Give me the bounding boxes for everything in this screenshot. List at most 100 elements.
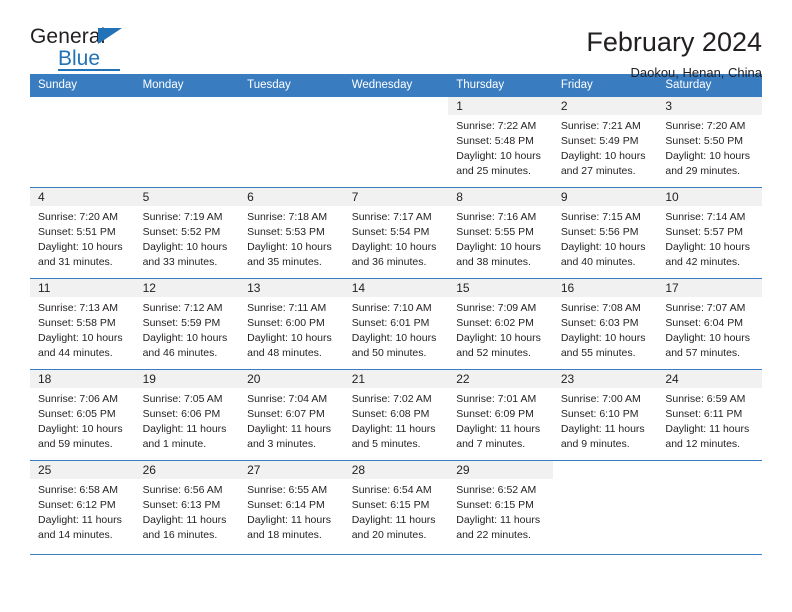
day-cell[interactable]: 1 Sunrise: 7:22 AM Sunset: 5:48 PM Daylight… [448, 96, 553, 188]
day-details: Sunrise: 7:00 AM Sunset: 6:10 PM Daylight:… [553, 388, 658, 452]
day-details: Sunrise: 7:19 AM Sunset: 5:52 PM Daylight:… [135, 206, 240, 270]
sunrise-text: Sunrise: 7:00 AM [560, 393, 641, 405]
day-cell[interactable]: 16 Sunrise: 7:08 AM Sunset: 6:03 PM Dayligh… [552, 278, 658, 370]
sunrise-text: Sunrise: 7:12 AM [142, 302, 223, 314]
day-cell[interactable]: 9 Sunrise: 7:15 AM Sunset: 5:56 PM Daylight… [552, 187, 658, 279]
day-cell[interactable] [343, 96, 449, 188]
day-cell[interactable]: 12 Sunrise: 7:12 AM Sunset: 5:59 PM Dayligh… [134, 278, 240, 370]
day-cell[interactable]: 2 Sunrise: 7:21 AM Sunset: 5:49 PM Daylight… [552, 96, 658, 188]
day-number: 18 [30, 370, 135, 388]
day-number [135, 97, 240, 115]
daylight-text: Daylight: 10 hours and 44 minutes. [38, 331, 123, 359]
daylight-text: Daylight: 11 hours and 18 minutes. [247, 513, 331, 541]
day-number: 9 [552, 188, 658, 206]
day-cell[interactable]: 13 Sunrise: 7:11 AM Sunset: 6:00 PM Dayligh… [239, 278, 344, 370]
day-details: Sunrise: 6:58 AM Sunset: 6:12 PM Daylight:… [30, 479, 135, 543]
day-cell[interactable]: 22 Sunrise: 7:01 AM Sunset: 6:09 PM Dayligh… [448, 369, 553, 461]
day-cell[interactable] [239, 96, 344, 188]
daylight-text: Daylight: 11 hours and 3 minutes. [247, 422, 331, 450]
sunset-text: Sunset: 6:03 PM [560, 316, 639, 329]
sunset-text: Sunset: 6:01 PM [351, 316, 430, 329]
day-cell[interactable]: 5 Sunrise: 7:19 AM Sunset: 5:52 PM Daylight… [134, 187, 240, 279]
week-row: 25 Sunrise: 6:58 AM Sunset: 6:12 PM Dayligh… [30, 460, 762, 555]
day-cell[interactable] [134, 96, 240, 188]
day-cell[interactable]: 18 Sunrise: 7:06 AM Sunset: 6:05 PM Dayligh… [30, 369, 135, 461]
day-details: Sunrise: 6:54 AM Sunset: 6:15 PM Daylight:… [344, 479, 449, 543]
day-cell[interactable]: 6 Sunrise: 7:18 AM Sunset: 5:53 PM Daylight… [239, 187, 344, 279]
day-cell[interactable]: 25 Sunrise: 6:58 AM Sunset: 6:12 PM Dayligh… [30, 460, 135, 555]
sunrise-text: Sunrise: 7:13 AM [38, 302, 118, 314]
sunrise-text: Sunrise: 7:07 AM [665, 302, 746, 314]
sunrise-text: Sunrise: 7:16 AM [456, 211, 537, 223]
day-cell[interactable]: 27 Sunrise: 6:55 AM Sunset: 6:14 PM Dayligh… [239, 460, 344, 555]
day-cell[interactable] [657, 460, 762, 555]
generalblue-logo[interactable]: General Blue [30, 26, 150, 72]
sunrise-text: Sunrise: 7:20 AM [665, 120, 746, 132]
day-details: Sunrise: 6:56 AM Sunset: 6:13 PM Daylight:… [135, 479, 240, 543]
day-cell[interactable]: 10 Sunrise: 7:14 AM Sunset: 5:57 PM Dayligh… [657, 187, 762, 279]
day-cell[interactable] [30, 96, 135, 188]
day-cell[interactable]: 23 Sunrise: 7:00 AM Sunset: 6:10 PM Dayligh… [552, 369, 658, 461]
daylight-text: Daylight: 11 hours and 14 minutes. [38, 513, 122, 541]
day-number: 28 [343, 461, 449, 479]
day-details: Sunrise: 7:21 AM Sunset: 5:49 PM Daylight:… [553, 115, 658, 179]
day-details [239, 115, 344, 119]
day-details: Sunrise: 7:02 AM Sunset: 6:08 PM Daylight:… [344, 388, 449, 452]
day-cell[interactable]: 14 Sunrise: 7:10 AM Sunset: 6:01 PM Dayligh… [343, 278, 449, 370]
day-details: Sunrise: 7:14 AM Sunset: 5:57 PM Daylight:… [657, 206, 762, 270]
day-cell[interactable]: 24 Sunrise: 6:59 AM Sunset: 6:11 PM Dayligh… [657, 369, 762, 461]
sunrise-text: Sunrise: 7:20 AM [38, 211, 118, 223]
day-details: Sunrise: 7:07 AM Sunset: 6:04 PM Daylight:… [657, 297, 762, 361]
day-number [344, 97, 449, 115]
daylight-text: Daylight: 11 hours and 16 minutes. [142, 513, 227, 541]
daylight-text: Daylight: 10 hours and 35 minutes. [247, 240, 332, 268]
day-number: 11 [30, 279, 135, 297]
day-number: 14 [343, 279, 449, 297]
sunset-text: Sunset: 5:49 PM [560, 134, 639, 147]
day-cell[interactable]: 28 Sunrise: 6:54 AM Sunset: 6:15 PM Dayligh… [343, 460, 449, 555]
sunset-text: Sunset: 6:00 PM [247, 316, 325, 329]
day-cell[interactable]: 8 Sunrise: 7:16 AM Sunset: 5:55 PM Daylight… [448, 187, 553, 279]
day-details: Sunrise: 6:52 AM Sunset: 6:15 PM Daylight:… [448, 479, 553, 543]
day-cell[interactable]: 7 Sunrise: 7:17 AM Sunset: 5:54 PM Daylight… [343, 187, 449, 279]
sunset-text: Sunset: 6:12 PM [38, 498, 116, 511]
day-cell[interactable]: 26 Sunrise: 6:56 AM Sunset: 6:13 PM Dayligh… [134, 460, 240, 555]
day-cell[interactable] [552, 460, 658, 555]
day-number: 6 [239, 188, 344, 206]
day-cell[interactable]: 15 Sunrise: 7:09 AM Sunset: 6:02 PM Dayligh… [448, 278, 553, 370]
sunset-text: Sunset: 6:05 PM [38, 407, 116, 420]
daylight-text: Daylight: 10 hours and 38 minutes. [456, 240, 541, 268]
day-cell[interactable]: 3 Sunrise: 7:20 AM Sunset: 5:50 PM Daylight… [657, 96, 762, 188]
day-details [657, 479, 762, 483]
sunrise-text: Sunrise: 7:22 AM [456, 120, 537, 132]
day-cell[interactable]: 17 Sunrise: 7:07 AM Sunset: 6:04 PM Dayligh… [657, 278, 762, 370]
day-cell[interactable]: 20 Sunrise: 7:04 AM Sunset: 6:07 PM Dayligh… [239, 369, 344, 461]
logo-text-blue: Blue [58, 47, 101, 70]
day-details: Sunrise: 7:20 AM Sunset: 5:50 PM Daylight:… [657, 115, 762, 179]
day-number: 22 [448, 370, 553, 388]
day-cell[interactable]: 29 Sunrise: 6:52 AM Sunset: 6:15 PM Dayligh… [448, 460, 553, 555]
dow-header-sunday: Sunday [30, 74, 135, 97]
week-row: 4 Sunrise: 7:20 AM Sunset: 5:51 PM Daylight… [30, 187, 762, 279]
day-cell[interactable]: 19 Sunrise: 7:05 AM Sunset: 6:06 PM Dayligh… [134, 369, 240, 461]
dow-header-wednesday: Wednesday [343, 74, 449, 97]
daylight-text: Daylight: 11 hours and 1 minute. [142, 422, 227, 450]
sunrise-text: Sunrise: 7:06 AM [38, 393, 118, 405]
day-number: 10 [657, 188, 762, 206]
day-cell[interactable]: 4 Sunrise: 7:20 AM Sunset: 5:51 PM Daylight… [30, 187, 135, 279]
day-details: Sunrise: 7:01 AM Sunset: 6:09 PM Daylight:… [448, 388, 553, 452]
day-details: Sunrise: 7:04 AM Sunset: 6:07 PM Daylight:… [239, 388, 344, 452]
day-cell[interactable]: 21 Sunrise: 7:02 AM Sunset: 6:08 PM Dayligh… [343, 369, 449, 461]
page-header: General Blue February 2024 Daokou, Henan… [30, 0, 762, 80]
sunset-text: Sunset: 6:13 PM [142, 498, 221, 511]
sunset-text: Sunset: 5:59 PM [142, 316, 221, 329]
sunrise-text: Sunrise: 6:59 AM [665, 393, 746, 405]
sunset-text: Sunset: 6:07 PM [247, 407, 325, 420]
day-number: 8 [448, 188, 553, 206]
daylight-text: Daylight: 11 hours and 22 minutes. [456, 513, 541, 541]
day-details: Sunrise: 7:20 AM Sunset: 5:51 PM Daylight:… [30, 206, 135, 270]
sunset-text: Sunset: 5:55 PM [456, 225, 534, 238]
day-details [344, 115, 449, 119]
day-cell[interactable]: 11 Sunrise: 7:13 AM Sunset: 5:58 PM Dayligh… [30, 278, 135, 370]
daylight-text: Daylight: 11 hours and 5 minutes. [351, 422, 436, 450]
